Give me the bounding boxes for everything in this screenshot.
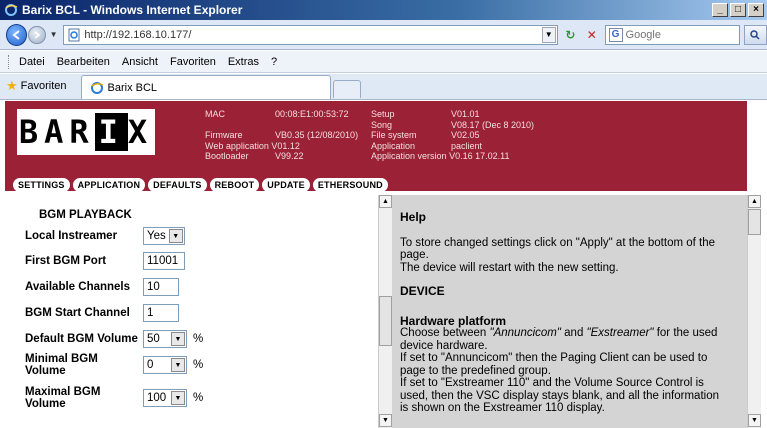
menu-extras[interactable]: Extras	[228, 56, 259, 68]
nav-settings[interactable]: SETTINGS	[13, 178, 70, 192]
history-dropdown[interactable]: ▼	[48, 30, 60, 39]
search-button[interactable]	[743, 24, 767, 45]
tab-title: Barix BCL	[107, 81, 158, 94]
nav-update[interactable]: UPDATE	[262, 178, 310, 192]
maximal-volume-select[interactable]: 100 ▼	[143, 389, 187, 407]
toolbar-grip	[8, 54, 11, 69]
row-start-channel: BGM Start Channel 1	[25, 304, 179, 322]
scroll-down-icon[interactable]: ▼	[748, 414, 761, 427]
stop-icon[interactable]: ✕	[583, 26, 600, 44]
left-frame-scrollbar[interactable]: ▲ ▼	[378, 195, 392, 428]
minimal-volume-select[interactable]: 0 ▼	[143, 356, 187, 374]
start-channel-input[interactable]: 1	[143, 304, 179, 322]
arrow-right-icon	[34, 30, 41, 39]
percent-unit: %	[193, 333, 204, 345]
menu-file[interactable]: Datei	[19, 56, 45, 68]
scroll-up-icon[interactable]: ▲	[379, 195, 392, 208]
menu-favorites[interactable]: Favoriten	[170, 56, 216, 68]
menu-edit[interactable]: Bearbeiten	[57, 56, 110, 68]
section-title: BGM PLAYBACK	[39, 209, 132, 221]
settings-form-frame: BGM PLAYBACK Local Instreamer Yes ▼ Firs…	[5, 195, 392, 428]
help-title: Help	[400, 210, 427, 224]
help-frame: Help To store changed settings click on …	[392, 195, 747, 428]
help-frame-scrollbar[interactable]: ▲ ▼	[747, 195, 761, 428]
page-icon	[68, 28, 80, 41]
barix-logo: BAR I X	[17, 109, 155, 155]
arrow-left-icon	[12, 29, 20, 40]
row-available-channels: Available Channels 10	[25, 278, 179, 296]
hw-platform-text-1: Choose between "Annuncicom" and "Exstrea…	[400, 327, 718, 352]
device-info-col1: MAC 00:08:E1:00:53:72 Firmware VB0.35 (12/…	[205, 109, 359, 161]
scroll-thumb[interactable]	[379, 296, 392, 346]
search-box[interactable]: G	[604, 24, 740, 45]
help-intro-2: The device will restart with the new set…	[400, 261, 619, 274]
maximal-volume-label: Maximal BGM Volume	[25, 386, 101, 410]
default-volume-label: Default BGM Volume	[25, 333, 138, 345]
tab-barix[interactable]: Barix BCL	[80, 75, 331, 99]
refresh-icon[interactable]: ↻	[562, 26, 579, 44]
available-channels-label: Available Channels	[25, 281, 131, 293]
star-icon: ★	[6, 78, 18, 93]
default-volume-select[interactable]: 50 ▼	[143, 330, 187, 348]
local-instreamer-select[interactable]: Yes ▼	[143, 227, 185, 245]
close-button[interactable]: ×	[748, 3, 764, 17]
first-port-label: First BGM Port	[25, 255, 107, 267]
search-icon	[750, 29, 760, 40]
help-intro-1: To store changed settings click on "Appl…	[400, 236, 716, 262]
hw-platform-text-3: If set to "Exstreamer 110" and the Volum…	[400, 377, 719, 414]
percent-unit: %	[193, 359, 204, 371]
row-minimal-volume: Minimal BGM Volume 0 ▼ %	[25, 353, 203, 377]
address-dropdown[interactable]: ▼	[541, 26, 556, 43]
main-nav: SETTINGS APPLICATION DEFAULTS REBOOT UPD…	[13, 178, 388, 192]
chevron-down-icon: ▼	[171, 358, 185, 372]
menu-help[interactable]: ?	[271, 56, 277, 68]
header-banner: BAR I X MAC 00:08:E1:00:53:72 Firmware VB0.3…	[5, 101, 747, 192]
back-button[interactable]	[6, 23, 28, 46]
local-instreamer-label: Local Instreamer	[25, 230, 118, 242]
nav-reboot[interactable]: REBOOT	[209, 178, 260, 192]
address-bar[interactable]: http://192.168.10.177/ ▼	[63, 24, 558, 45]
nav-application[interactable]: APPLICATION	[72, 178, 146, 192]
new-tab-button[interactable]	[332, 80, 361, 98]
first-port-input[interactable]: 11001	[143, 252, 185, 270]
hw-platform-heading: Hardware platform	[400, 313, 507, 328]
start-channel-label: BGM Start Channel	[25, 307, 130, 319]
hw-platform-text-2: If set to "Annuncicom" then the Paging C…	[400, 352, 708, 377]
search-input[interactable]	[625, 28, 716, 41]
favorites-label: Favoriten	[20, 80, 67, 92]
nav-defaults[interactable]: DEFAULTS	[148, 178, 207, 192]
google-icon: G	[608, 27, 623, 42]
row-default-volume: Default BGM Volume 50 ▼ %	[25, 330, 203, 348]
minimal-volume-label: Minimal BGM Volume	[25, 353, 98, 377]
available-channels-input[interactable]: 10	[143, 278, 179, 296]
address-toolbar: ▼ http://192.168.10.177/ ▼ ↻ ✕ G	[0, 20, 767, 50]
device-heading: DEVICE	[400, 284, 445, 298]
row-local-instreamer: Local Instreamer Yes ▼	[25, 227, 185, 245]
chevron-down-icon: ▼	[168, 229, 183, 243]
scroll-down-icon[interactable]: ▼	[379, 414, 392, 427]
maximize-button[interactable]: □	[730, 3, 746, 17]
device-info-col2: Setup V01.01 Song V08.17 (Dec 8 2010) File…	[371, 109, 535, 161]
help-content: Help To store changed settings click on …	[400, 195, 730, 415]
favorites-button[interactable]: ★ Favoriten	[0, 74, 73, 98]
chevron-down-icon: ▼	[171, 391, 185, 405]
favorites-bar: ★ Favoriten Barix BCL	[0, 74, 767, 100]
address-url[interactable]: http://192.168.10.177/	[84, 29, 541, 41]
chevron-down-icon: ▼	[171, 332, 185, 346]
scroll-up-icon[interactable]: ▲	[748, 195, 761, 208]
ie-page-icon	[90, 81, 103, 94]
minimize-button[interactable]: _	[712, 3, 728, 17]
ie-icon	[4, 3, 18, 17]
percent-unit: %	[193, 392, 204, 404]
window-title: Barix BCL - Windows Internet Explorer	[22, 3, 243, 17]
row-maximal-volume: Maximal BGM Volume 100 ▼ %	[25, 386, 203, 410]
scroll-thumb[interactable]	[748, 209, 761, 235]
forward-button[interactable]	[28, 25, 46, 44]
window-titlebar: Barix BCL - Windows Internet Explorer _ …	[0, 0, 767, 20]
row-first-port: First BGM Port 11001	[25, 252, 185, 270]
nav-ethersound[interactable]: ETHERSOUND	[312, 178, 388, 192]
menu-view[interactable]: Ansicht	[122, 56, 158, 68]
menu-bar: Datei Bearbeiten Ansicht Favoriten Extra…	[0, 51, 767, 73]
